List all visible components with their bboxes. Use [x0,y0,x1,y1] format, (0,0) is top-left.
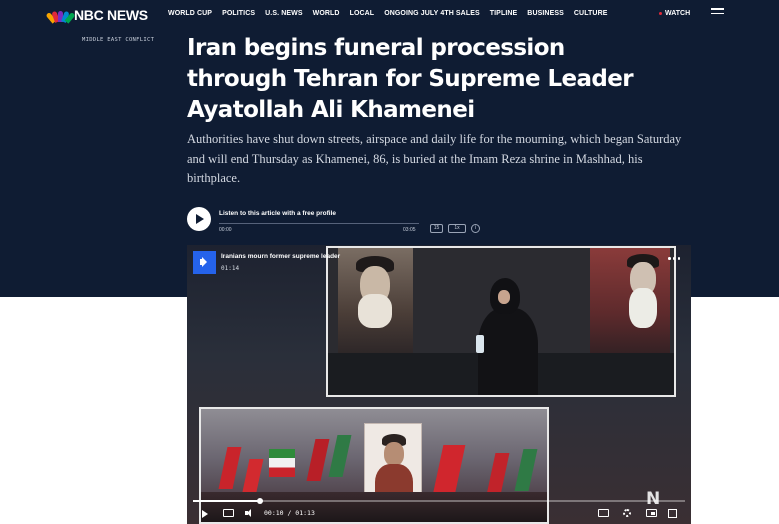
video-duration: 01:14 [221,265,240,272]
audio-time-start: 00:00 [219,227,232,233]
nav-link-us-news[interactable]: U.S. NEWS [265,10,302,17]
logo-text: NBC NEWS [74,7,148,23]
portrait-poster-right [590,248,670,358]
audio-time-end: 03:05 [403,227,416,233]
iran-flag [269,449,295,477]
watch-button[interactable]: WATCH [659,10,690,17]
settings-gear-icon[interactable] [623,509,631,517]
nbc-news-logo[interactable]: NBC NEWS [45,7,148,24]
article-dek: Authorities have shut down streets, airs… [187,132,682,185]
audio-player: Listen to this article with a free profi… [187,207,487,237]
play-icon[interactable] [202,510,208,518]
peacock-icon [45,8,76,24]
video-progress-track[interactable] [193,498,685,504]
watch-label: WATCH [665,10,691,17]
video-title: Iranians mourn former supreme leader [221,253,341,260]
nav-link-business[interactable]: BUSINESS [527,10,564,17]
video-progress-fill [193,500,261,502]
nav-link-politics[interactable]: POLITICS [222,10,255,17]
video-frame-mourner [326,246,676,397]
captions-icon[interactable] [223,509,234,517]
mourner-figure [478,308,538,395]
audio-play-button[interactable] [187,207,211,231]
fullscreen-icon[interactable] [668,509,677,518]
section-kicker[interactable]: MIDDLE EAST CONFLICT [82,37,154,43]
top-nav: NBC NEWS WORLD CUP POLITICS U.S. NEWS WO… [0,0,779,30]
nav-link-world-cup[interactable]: WORLD CUP [168,10,212,17]
nav-link-july-4th-sales[interactable]: ONGOING JULY 4TH SALES [384,10,480,17]
audio-info-icon[interactable]: i [471,224,480,233]
nav-link-culture[interactable]: CULTURE [574,10,608,17]
nav-link-tipline[interactable]: TIPLINE [490,10,518,17]
video-player[interactable]: Iranians mourn former supreme leader 01:… [187,245,691,524]
nav-link-local[interactable]: LOCAL [350,10,375,17]
article-page: NBC NEWS WORLD CUP POLITICS U.S. NEWS WO… [0,0,779,524]
audio-progress-track[interactable] [219,223,419,224]
video-time-display: 00:10 / 01:13 [264,509,315,517]
mourner-face [498,290,510,304]
volume-icon[interactable] [245,509,255,517]
video-progress-handle[interactable] [257,498,264,504]
hamburger-menu-icon[interactable] [711,8,724,17]
subtitles-icon[interactable] [598,509,609,517]
audio-title[interactable]: Listen to this article with a free profi… [219,210,336,217]
water-bottle [476,335,484,353]
picture-in-picture-icon[interactable] [646,509,657,517]
live-dot-icon [659,12,662,15]
nav-link-world[interactable]: WORLD [313,10,340,17]
nav-links: WORLD CUP POLITICS U.S. NEWS WORLD LOCAL… [168,10,608,17]
audio-rewind-button[interactable]: 15 [430,224,443,233]
video-controls: 00:10 / 01:13 [187,495,691,524]
article-headline: Iran begins funeral procession through T… [187,35,634,123]
video-sound-icon[interactable] [193,251,216,274]
audio-speed-button[interactable]: 1x [448,224,466,233]
portrait-poster-left [338,248,413,358]
more-options-icon[interactable] [668,257,680,261]
